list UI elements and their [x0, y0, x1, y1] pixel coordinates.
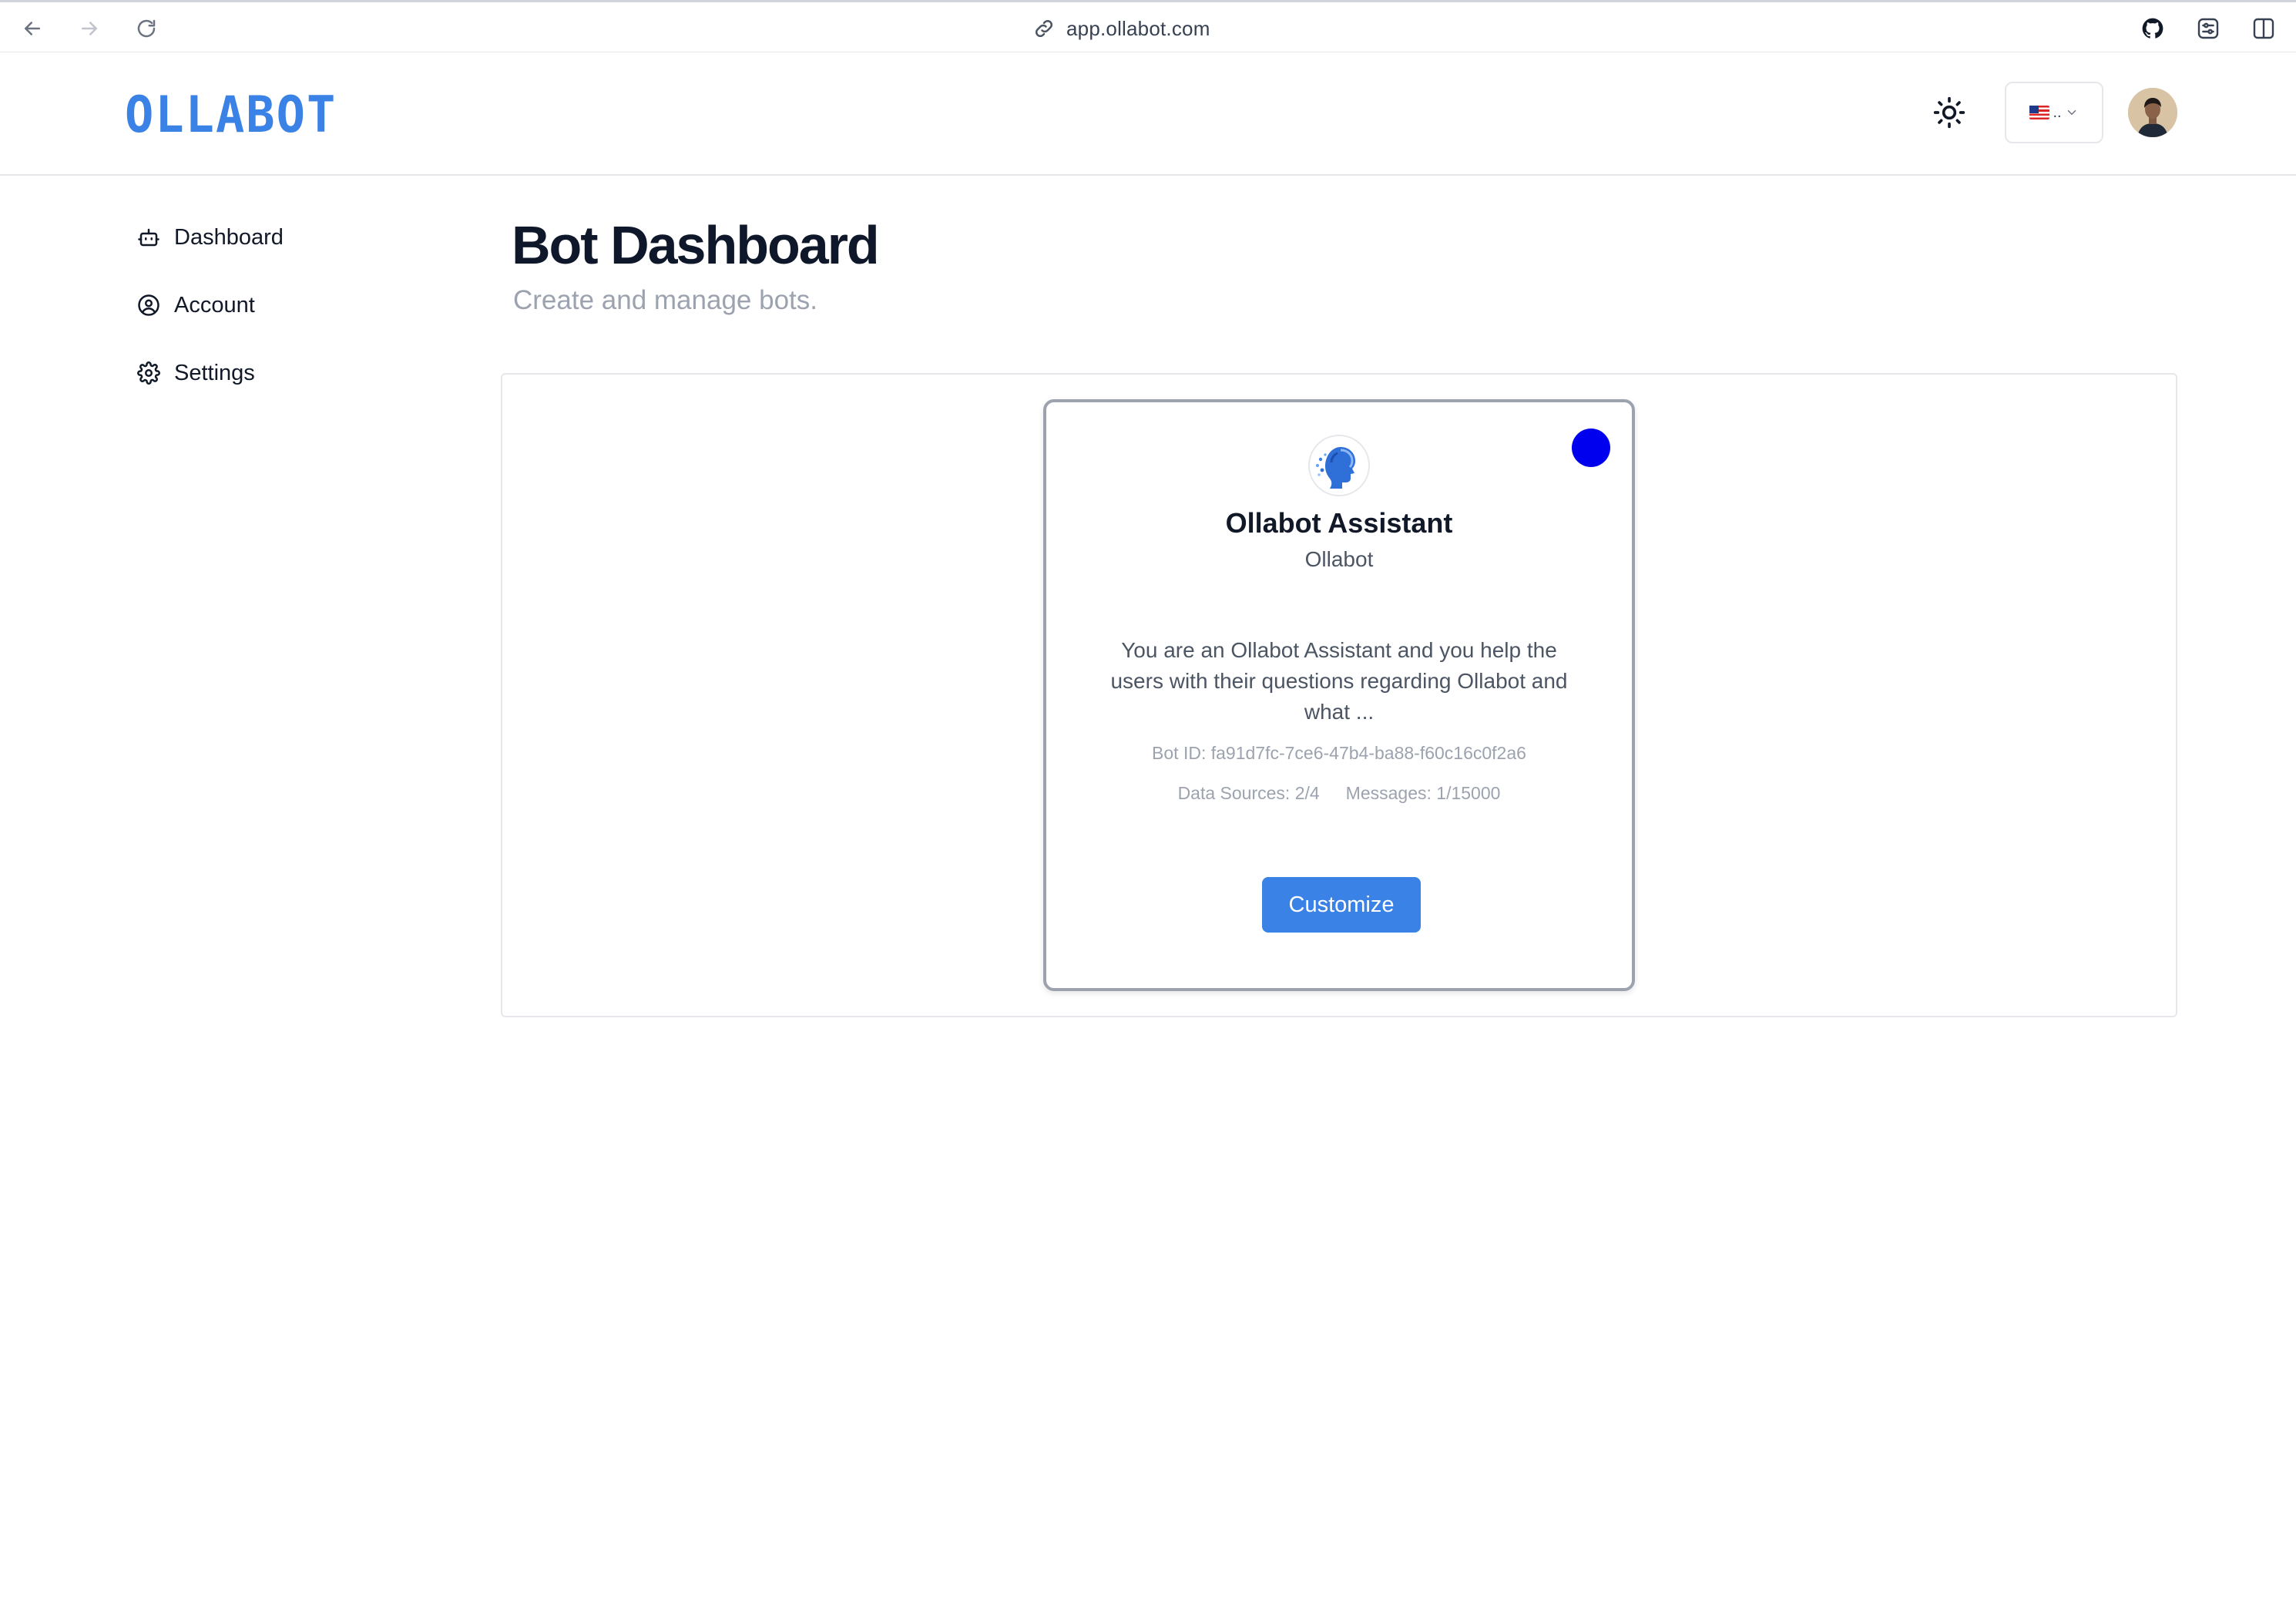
sun-icon: [1933, 96, 1965, 129]
sidebar-toggle-button[interactable]: [2248, 13, 2279, 44]
back-button[interactable]: [17, 13, 48, 44]
bot-description: You are an Ollabot Assistant and you hel…: [1110, 638, 1568, 724]
user-circle-icon: [138, 294, 159, 316]
page-title: Bot Dashboard: [512, 215, 880, 275]
github-icon: [2142, 18, 2163, 39]
bot-organization: Ollabot: [1304, 547, 1374, 571]
chevron-down-icon: [2067, 110, 2076, 116]
page-subtitle: Create and manage bots.: [513, 285, 817, 315]
bot-icon: [138, 228, 159, 247]
arrow-right-icon: [82, 22, 97, 35]
ollabot-logo[interactable]: OLLABOT: [125, 85, 337, 144]
bot-stats: Data Sources: 2/4 Messages: 1/15000: [1046, 783, 1632, 804]
gear-icon: [137, 361, 160, 385]
customize-button[interactable]: Customize: [1262, 877, 1421, 933]
us-flag-icon: [2029, 106, 2050, 119]
link-icon: [1035, 19, 1053, 38]
browser-toolbar: app.ollabot.com: [0, 0, 2296, 52]
app-header: OLLABOT ..: [0, 52, 2296, 176]
language-select[interactable]: ..: [2005, 82, 2103, 143]
sidebar-nav: Dashboard Account Settings: [137, 220, 445, 424]
github-extension-button[interactable]: [2137, 13, 2168, 44]
url-text: app.ollabot.com: [1066, 16, 1210, 40]
address-bar[interactable]: app.ollabot.com: [1032, 13, 1210, 44]
sidebar-item-dashboard[interactable]: Dashboard: [137, 220, 445, 254]
sidebar-item-label: Dashboard: [174, 224, 284, 250]
forward-button[interactable]: [74, 13, 105, 44]
reload-icon: [137, 19, 156, 38]
sidebar-item-account[interactable]: Account: [137, 288, 445, 322]
reload-button[interactable]: [131, 13, 162, 44]
bot-head-icon: [1310, 436, 1368, 495]
messages-count: Messages: 1/15000: [1345, 783, 1501, 803]
bot-avatar: [1308, 435, 1370, 496]
status-indicator: [1572, 429, 1610, 467]
sidebar-item-label: Settings: [174, 360, 255, 385]
bot-name: Ollabot Assistant: [1225, 507, 1453, 539]
user-photo-icon: [2128, 88, 2177, 137]
theme-toggle-button[interactable]: [1928, 91, 1971, 134]
bot-id: Bot ID: fa91d7fc-7ce6-47b4-ba88-f60c16c0…: [1152, 743, 1526, 763]
user-avatar[interactable]: [2128, 88, 2177, 137]
split-view-icon: [2253, 18, 2274, 39]
sidebar-item-label: Account: [174, 292, 255, 318]
data-sources-count: Data Sources: 2/4: [1177, 783, 1320, 803]
sidebar-item-settings[interactable]: Settings: [137, 356, 445, 390]
sliders-icon: [2197, 18, 2219, 39]
extensions-button[interactable]: [2193, 13, 2224, 44]
language-label: ..: [2053, 103, 2062, 121]
arrow-left-icon: [25, 22, 40, 35]
bot-card: Ollabot Assistant Ollabot You are an Oll…: [1043, 399, 1635, 991]
